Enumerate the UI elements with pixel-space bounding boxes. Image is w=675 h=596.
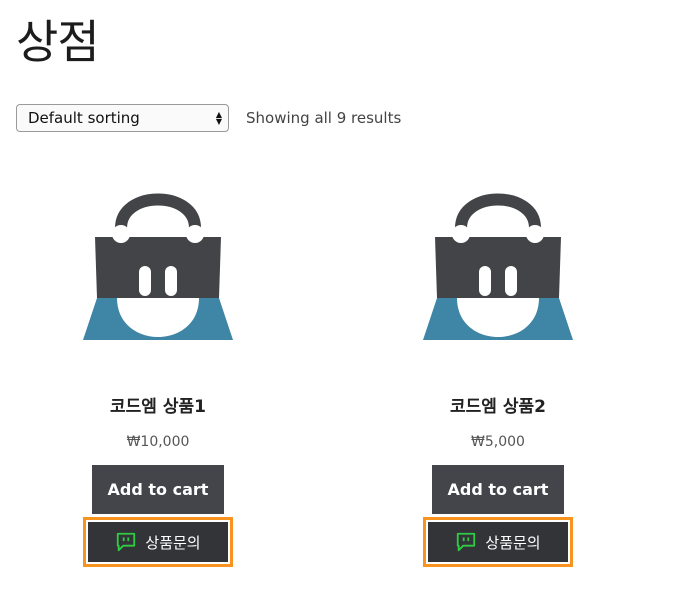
add-to-cart-button[interactable]: Add to cart xyxy=(92,465,224,514)
product-price: ₩10,000 xyxy=(126,434,190,450)
product-title[interactable]: 코드엠 상품2 xyxy=(373,396,623,418)
chat-bubble-icon xyxy=(117,532,136,552)
result-count: Showing all 9 results xyxy=(246,109,402,127)
product-inquiry-label: 상품문의 xyxy=(485,533,541,552)
shop-toolbar: Default sorting ▲ ▼ Showing all 9 results xyxy=(16,104,401,132)
product-image[interactable] xyxy=(373,180,623,370)
add-to-cart-button[interactable]: Add to cart xyxy=(432,465,564,514)
updown-arrows-icon: ▲ ▼ xyxy=(215,110,222,126)
product-title[interactable]: 코드엠 상품1 xyxy=(33,396,283,418)
shopping-bag-icon xyxy=(423,193,573,340)
shopping-bag-icon xyxy=(83,193,233,340)
sort-select[interactable]: Default sorting ▲ ▼ xyxy=(16,104,229,132)
product-card: 코드엠 상품1 ₩10,000 Add to cart 상품문의 xyxy=(33,180,283,567)
product-price: ₩5,000 xyxy=(471,434,525,450)
product-image[interactable] xyxy=(33,180,283,370)
sort-select-value: Default sorting xyxy=(28,109,140,127)
inquiry-highlight: 상품문의 xyxy=(83,517,233,567)
product-inquiry-button[interactable]: 상품문의 xyxy=(428,522,568,562)
inquiry-highlight: 상품문의 xyxy=(423,517,573,567)
chat-bubble-icon xyxy=(457,532,476,552)
product-card: 코드엠 상품2 ₩5,000 Add to cart 상품문의 xyxy=(373,180,623,567)
product-inquiry-label: 상품문의 xyxy=(145,533,201,552)
product-inquiry-button[interactable]: 상품문의 xyxy=(88,522,228,562)
page-title: 상점 xyxy=(16,15,100,69)
